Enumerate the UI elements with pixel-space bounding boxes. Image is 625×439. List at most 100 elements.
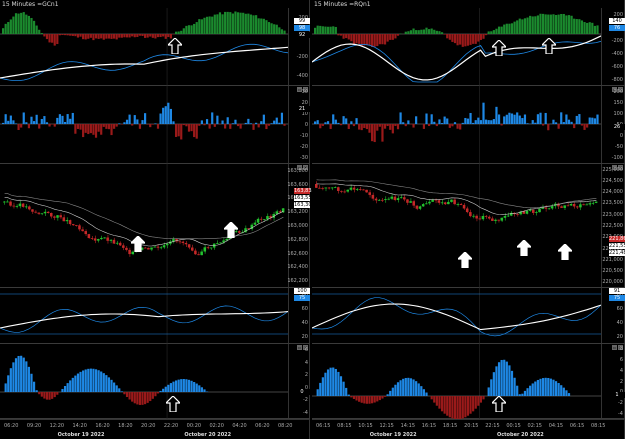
- histogram-bar: [409, 30, 413, 34]
- right-momentum-pane[interactable]: ▫× 86420-2-41: [312, 344, 625, 419]
- histogram-bar: [479, 120, 483, 124]
- histogram-bar: [154, 392, 157, 397]
- histogram-bar: [371, 124, 374, 142]
- histogram-bar: [355, 118, 358, 124]
- axis-value-tag: 0: [294, 389, 310, 395]
- left-momentum-pane[interactable]: ▫ × 6 4 2 0 -2 -4 0: [0, 344, 310, 419]
- histogram-bar: [200, 19, 203, 34]
- time-tick-label: 06:15: [316, 423, 331, 429]
- histogram-bar: [365, 34, 369, 46]
- left-oscillator-plot: [0, 8, 288, 86]
- candle-body: [450, 199, 453, 202]
- histogram-bar: [221, 120, 224, 124]
- histogram-bar: [557, 124, 560, 129]
- candle-body: [384, 199, 387, 200]
- candle-body: [263, 219, 266, 220]
- right-histogram-pane[interactable]: ▫× 200150100500-50-10026: [312, 86, 625, 164]
- histogram-bar: [440, 32, 444, 34]
- histogram-bar: [350, 121, 353, 124]
- histogram-bar: [156, 34, 160, 38]
- time-tick-label: 16:20: [95, 423, 110, 429]
- candle-body: [516, 214, 519, 215]
- histogram-bar: [20, 124, 23, 128]
- histogram-bar: [45, 34, 49, 40]
- histogram-bar: [542, 124, 545, 126]
- axis-tick-label: -50: [614, 144, 623, 151]
- histogram-bar: [464, 396, 467, 418]
- histogram-bar: [267, 22, 271, 34]
- histogram-bar: [32, 381, 36, 392]
- histogram-bar: [133, 392, 136, 404]
- arrow-shape: [492, 40, 506, 56]
- histogram-bar: [448, 124, 451, 128]
- histogram-bar: [435, 124, 438, 127]
- left-histogram-pane[interactable]: ▫ × 30 20 10 0 -10 -20 -30 21: [0, 86, 310, 164]
- histogram-bar: [482, 102, 485, 124]
- histogram-bar: [180, 379, 183, 392]
- left-chart-panel[interactable]: 15 Minutes =GCn1 2000-200-400999892 ▫× 3…: [0, 0, 315, 439]
- time-tick-label: 00:20: [186, 423, 202, 429]
- candle-body: [78, 225, 81, 230]
- left-histogram-plot: [0, 86, 288, 164]
- histogram-bar: [79, 371, 82, 392]
- candle-body: [544, 207, 548, 209]
- right-chart-title: 15 Minutes =RQn1: [314, 1, 371, 8]
- candle-body: [340, 190, 343, 192]
- time-tick-label: 14:15: [400, 423, 416, 429]
- histogram-bar: [477, 396, 480, 406]
- histogram-bar: [89, 368, 92, 392]
- candle-body: [275, 211, 279, 214]
- histogram-bar: [324, 122, 327, 124]
- candle-body: [106, 237, 109, 241]
- histogram-bar: [38, 124, 41, 129]
- histogram-bar: [167, 384, 170, 392]
- histogram-bar: [448, 34, 451, 40]
- axis-tick-label: 163,800: [287, 167, 308, 174]
- right-chart-panel[interactable]: 15 Minutes =RQn1 2000-200-400-600-800140…: [312, 0, 625, 439]
- annotation-arrow-icon: [166, 396, 180, 412]
- histogram-bar: [20, 12, 23, 34]
- histogram-bar: [195, 383, 198, 392]
- candle-body: [503, 216, 507, 218]
- right-time-axis[interactable]: 06:15 08:15 10:15 12:15 14:15 16:15 18:15 20:15…: [312, 419, 625, 439]
- right-momentum-axis: 86420-2-41: [601, 344, 625, 418]
- histogram-bar: [557, 14, 560, 34]
- left-price-pane[interactable]: ▫× 163,800163,600163,400163,200163,00016…: [0, 164, 315, 288]
- axis-tick-label: 8: [619, 346, 623, 353]
- left-time-axis[interactable]: 06:20 09:20 12:20 14:20 16:20 18:20 20:20 22:20…: [0, 419, 310, 439]
- candle-body: [206, 247, 210, 249]
- histogram-bar: [249, 14, 253, 34]
- histogram-bar: [542, 378, 545, 396]
- histogram-bar: [144, 34, 147, 38]
- right-price-pane[interactable]: ▫ × 225,000 224,500 224,000 223,500 223,000 22…: [312, 164, 625, 288]
- histogram-bar: [136, 34, 139, 37]
- histogram-bar: [213, 124, 216, 127]
- histogram-bar: [84, 369, 87, 392]
- left-stochastic-pane[interactable]: ▫× 8060402010075: [0, 288, 310, 344]
- axis-tick-label: -2: [303, 397, 308, 404]
- histogram-bar: [319, 124, 322, 129]
- histogram-bar: [334, 368, 337, 396]
- histogram-bar: [159, 34, 162, 38]
- candle-body: [3, 201, 6, 203]
- right-stochastic-pane[interactable]: ▫× 806040209175: [312, 288, 625, 344]
- left-oscillator-pane[interactable]: 2000-200-400999892: [0, 8, 310, 86]
- histogram-bar: [185, 379, 188, 392]
- histogram-bar: [440, 123, 444, 124]
- right-oscillator-pane[interactable]: 2000-200-400-600-80014076: [312, 8, 625, 86]
- candle-body: [115, 242, 119, 244]
- axis-tick-label: 6: [619, 357, 623, 364]
- histogram-bar: [505, 114, 508, 124]
- histogram-bar: [497, 114, 501, 124]
- histogram-bar: [273, 24, 276, 34]
- histogram-bar: [53, 124, 56, 127]
- histogram-bar: [352, 124, 356, 127]
- axis-tick-label: 163,200: [287, 209, 308, 216]
- candle-body: [425, 203, 428, 205]
- histogram-bar: [247, 13, 250, 34]
- histogram-bar: [7, 22, 10, 34]
- histogram-bar: [575, 115, 578, 124]
- histogram-bar: [588, 22, 591, 34]
- histogram-bar: [43, 116, 46, 124]
- histogram-bar: [580, 20, 584, 34]
